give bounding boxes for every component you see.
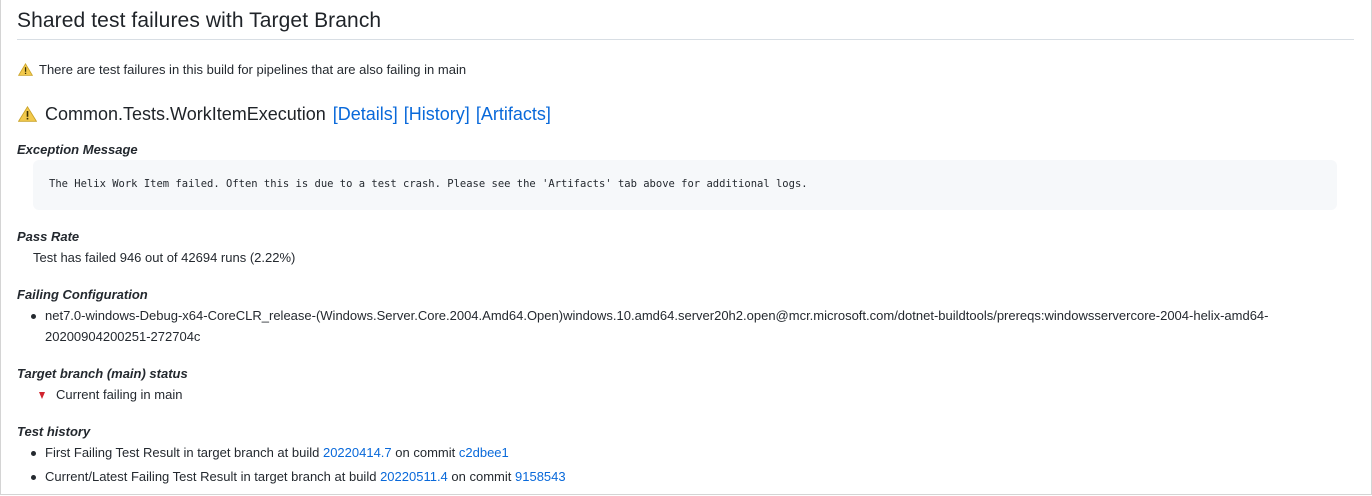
build-link[interactable]: 20220511.4 [380, 469, 448, 484]
exception-message: The Helix Work Item failed. Often this i… [49, 178, 808, 190]
exception-label: Exception Message [17, 142, 138, 157]
bullet-dot [31, 451, 36, 456]
bullet-dot [31, 475, 36, 480]
target-status-text: Current failing in main [56, 387, 183, 402]
red-down-triangle-icon [39, 392, 45, 399]
warning-icon [17, 105, 38, 127]
test-name: Common.Tests.WorkItemExecution [45, 104, 326, 124]
target-status-label: Target branch (main) status [17, 366, 188, 381]
pass-rate-label: Pass Rate [17, 229, 80, 244]
failing-config-label: Failing Configuration [17, 287, 148, 302]
details-link[interactable]: [Details] [333, 104, 398, 125]
history-link[interactable]: [History] [404, 104, 470, 125]
history-item: Current/Latest Failing Test Result in ta… [45, 467, 566, 487]
history-item: First Failing Test Result in target bran… [45, 443, 509, 463]
history-item-mid: on commit [451, 469, 512, 484]
title-divider [17, 39, 1354, 40]
build-link[interactable]: 20220414.7 [323, 445, 392, 460]
notice-text: There are test failures in this build fo… [39, 62, 467, 77]
test-history-label: Test history [17, 424, 91, 439]
pass-rate-text: Test has failed 946 out of 42694 runs (2… [33, 250, 296, 265]
failing-config-line-1: net7.0-windows-Debug-x64-CoreCLR_release… [45, 308, 1269, 323]
history-item-prefix: First Failing Test Result in target bran… [45, 445, 320, 460]
history-item-prefix: Current/Latest Failing Test Result in ta… [45, 469, 377, 484]
artifacts-link[interactable]: [Artifacts] [476, 104, 551, 125]
commit-link[interactable]: c2dbee1 [459, 445, 509, 460]
failure-notice: There are test failures in this build fo… [17, 60, 467, 79]
failing-config-line-2: 20200904200251-272704c [45, 329, 201, 344]
warning-icon [17, 63, 34, 79]
bullet-dot [31, 314, 36, 319]
history-item-mid: on commit [395, 445, 456, 460]
commit-link[interactable]: 9158543 [515, 469, 566, 484]
test-heading: Common.Tests.WorkItemExecution [Details]… [17, 102, 551, 127]
exception-code-block: The Helix Work Item failed. Often this i… [33, 160, 1337, 210]
page-title: Shared test failures with Target Branch [17, 9, 382, 32]
